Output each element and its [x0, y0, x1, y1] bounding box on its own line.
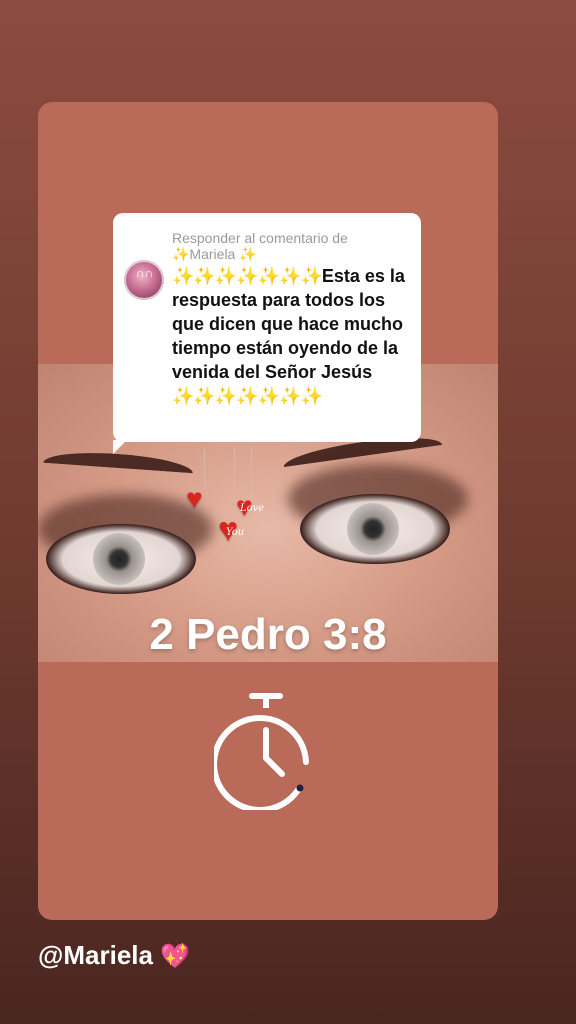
you-label: You [226, 527, 245, 538]
stopwatch-icon [211, 690, 324, 814]
left-eyebrow [42, 448, 194, 488]
left-iris [93, 533, 145, 585]
reply-comment-bubble[interactable]: ∩∩ Responder al comentario de ✨Mariela ✨… [113, 213, 421, 454]
username-text[interactable]: @Mariela [38, 940, 153, 970]
love-you-hearts-sticker: ♥ ♥ Love ♥ You [178, 447, 278, 557]
story-card: ∩∩ Responder al comentario de ✨Mariela ✨… [38, 102, 498, 920]
love-label: Love [240, 503, 265, 514]
heart-icon: ♥ [186, 483, 203, 514]
verse-reference: 2 Pedro 3:8 [149, 610, 387, 659]
reply-header: Responder al comentario de ✨Mariela ✨ [172, 230, 348, 262]
heart-string [234, 447, 235, 517]
username-mention[interactable]: @Mariela 💖 [38, 940, 190, 971]
right-iris [347, 503, 399, 555]
right-eye [300, 494, 450, 564]
reply-body: ✨✨✨✨✨✨✨Esta es la respuesta para todos l… [172, 264, 414, 408]
sparkles-lead: ✨✨✨✨✨✨✨ [172, 266, 323, 286]
sparkling-heart-icon: 💖 [160, 943, 191, 970]
sparkles-tail: ✨✨✨✨✨✨✨ [172, 386, 323, 406]
bubble-tail [113, 440, 127, 454]
bunny-ears-icon: ∩∩ [136, 266, 154, 280]
left-eye [46, 524, 196, 594]
heart-string [204, 447, 205, 489]
avatar[interactable]: ∩∩ [124, 260, 164, 300]
